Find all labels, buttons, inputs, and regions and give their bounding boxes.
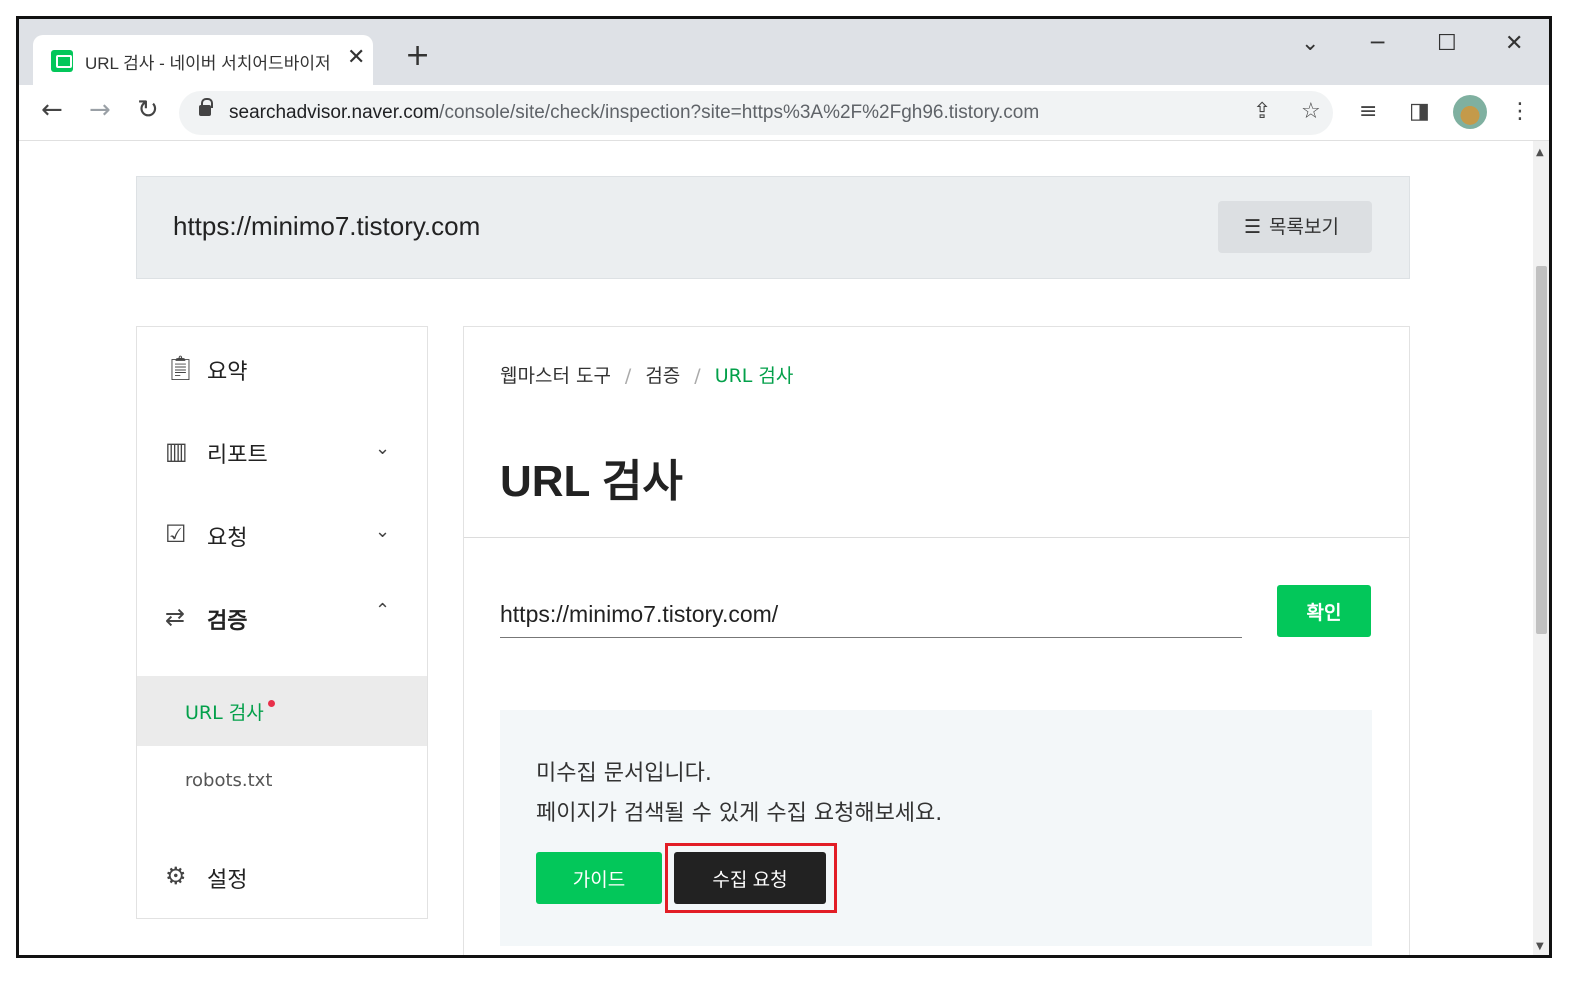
sidebar: 📋︎ 요약 ▥ 리포트 ⌄ ☑ 요청 ⌄ ⇄ 검증 ⌃ URL 검사 robot…: [136, 326, 428, 919]
new-tab-button[interactable]: +: [405, 41, 430, 71]
page-title: URL 검사: [500, 457, 683, 506]
scroll-thumb[interactable]: [1536, 266, 1547, 634]
divider: [464, 537, 1409, 538]
profile-avatar[interactable]: [1453, 95, 1487, 129]
sidebar-subitem-url-inspect[interactable]: URL 검사: [137, 676, 427, 746]
chevron-up-icon: ⌃: [375, 600, 391, 621]
main-content: 웹마스터 도구 / 검증 / URL 검사 URL 검사 확인 미수집 문서입니다. 페…: [463, 326, 1410, 955]
tab-title: URL 검사 - 네이버 서치어드바이저: [85, 54, 331, 73]
sidebar-item-label: 요청: [207, 526, 248, 551]
reload-icon[interactable]: ↻: [137, 95, 159, 125]
sidebar-item-report[interactable]: ▥ 리포트 ⌄: [137, 422, 427, 482]
browser-tab[interactable]: URL 검사 - 네이버 서치어드바이저 ✕: [33, 35, 373, 85]
sidebar-subitem-label: robots.txt: [185, 770, 273, 791]
breadcrumb-separator: /: [624, 365, 632, 387]
site-header-bar: https://minimo7.tistory.com ☰ 목록보기: [136, 176, 1410, 279]
clipboard-icon: 📋︎: [165, 354, 196, 382]
scroll-down-icon[interactable]: ▼: [1536, 941, 1544, 952]
sidebar-item-summary[interactable]: 📋︎ 요약: [137, 339, 427, 399]
side-panel-icon[interactable]: ◨: [1409, 99, 1430, 124]
sidebar-item-label: 요약: [207, 360, 248, 385]
media-queue-icon[interactable]: ≡: [1359, 99, 1377, 124]
sidebar-item-label: 리포트: [207, 443, 268, 468]
breadcrumb-item[interactable]: 검증: [645, 365, 680, 387]
notice-text: 미수집 문서입니다.: [536, 761, 712, 786]
maximize-icon[interactable]: ☐: [1437, 31, 1457, 56]
sidebar-subitem-robots[interactable]: robots.txt: [137, 752, 427, 812]
sidebar-item-request[interactable]: ☑ 요청 ⌄: [137, 505, 427, 565]
address-url[interactable]: searchadvisor.naver.com/console/site/che…: [229, 102, 1039, 124]
close-window-icon[interactable]: ✕: [1505, 31, 1523, 56]
scroll-up-icon[interactable]: ▲: [1536, 147, 1544, 158]
bookmark-star-icon[interactable]: ☆: [1301, 99, 1321, 124]
kebab-menu-icon[interactable]: ⋮: [1509, 99, 1531, 124]
url-input[interactable]: [500, 592, 1242, 638]
address-bar[interactable]: searchadvisor.naver.com/console/site/che…: [179, 91, 1333, 135]
swap-arrows-icon: ⇄: [165, 603, 186, 631]
site-url: https://minimo7.tistory.com: [173, 211, 481, 241]
breadcrumb-separator: /: [694, 365, 701, 387]
sidebar-subitem-label: URL 검사: [185, 698, 275, 725]
forward-arrow-icon[interactable]: →: [89, 95, 111, 125]
list-view-button[interactable]: ☰ 목록보기: [1218, 201, 1372, 253]
guide-button[interactable]: 가이드: [536, 852, 662, 904]
notice-box: 미수집 문서입니다. 페이지가 검색될 수 있게 수집 요청해보세요. 가이드 …: [500, 710, 1372, 946]
sidebar-item-label: 검증: [207, 609, 248, 634]
highlight-box: [665, 843, 837, 913]
gear-icon: ⚙: [165, 862, 187, 890]
list-view-label: 목록보기: [1269, 216, 1339, 238]
chevron-down-icon: ⌄: [375, 438, 391, 459]
sidebar-item-verify[interactable]: ⇄ 검증 ⌃: [137, 588, 427, 648]
page-viewport: https://minimo7.tistory.com ☰ 목록보기 📋︎ 요약 …: [19, 141, 1533, 955]
confirm-button[interactable]: 확인: [1277, 585, 1371, 637]
breadcrumb-item[interactable]: 웹마스터 도구: [500, 365, 611, 387]
chevron-down-icon: ⌄: [375, 521, 391, 542]
naver-favicon-icon: [51, 50, 73, 72]
lock-icon: [199, 98, 213, 116]
minimize-icon[interactable]: ─: [1371, 31, 1384, 56]
list-icon: ☰: [1244, 216, 1262, 238]
browser-toolbar: ← → ↻ searchadvisor.naver.com/console/si…: [19, 85, 1549, 141]
tab-strip: URL 검사 - 네이버 서치어드바이저 ✕ + ⌄ ─ ☐ ✕: [19, 19, 1549, 85]
new-badge-dot: [267, 700, 275, 707]
share-icon[interactable]: ⇪: [1253, 99, 1271, 124]
checklist-icon: ☑: [165, 520, 187, 548]
browser-window: URL 검사 - 네이버 서치어드바이저 ✕ + ⌄ ─ ☐ ✕ ← → ↻ s…: [16, 16, 1552, 958]
notice-text: 페이지가 검색될 수 있게 수집 요청해보세요.: [536, 801, 943, 826]
sidebar-item-label: 설정: [207, 868, 248, 893]
back-arrow-icon[interactable]: ←: [41, 95, 63, 125]
tab-close-icon[interactable]: ✕: [347, 45, 365, 70]
tab-search-icon[interactable]: ⌄: [1301, 31, 1319, 56]
sidebar-item-settings[interactable]: ⚙ 설정: [137, 847, 427, 907]
scrollbar[interactable]: ▲ ▼: [1533, 141, 1549, 955]
breadcrumb: 웹마스터 도구 / 검증 / URL 검사: [500, 361, 793, 388]
breadcrumb-current: URL 검사: [714, 365, 794, 387]
chart-icon: ▥: [165, 437, 188, 465]
